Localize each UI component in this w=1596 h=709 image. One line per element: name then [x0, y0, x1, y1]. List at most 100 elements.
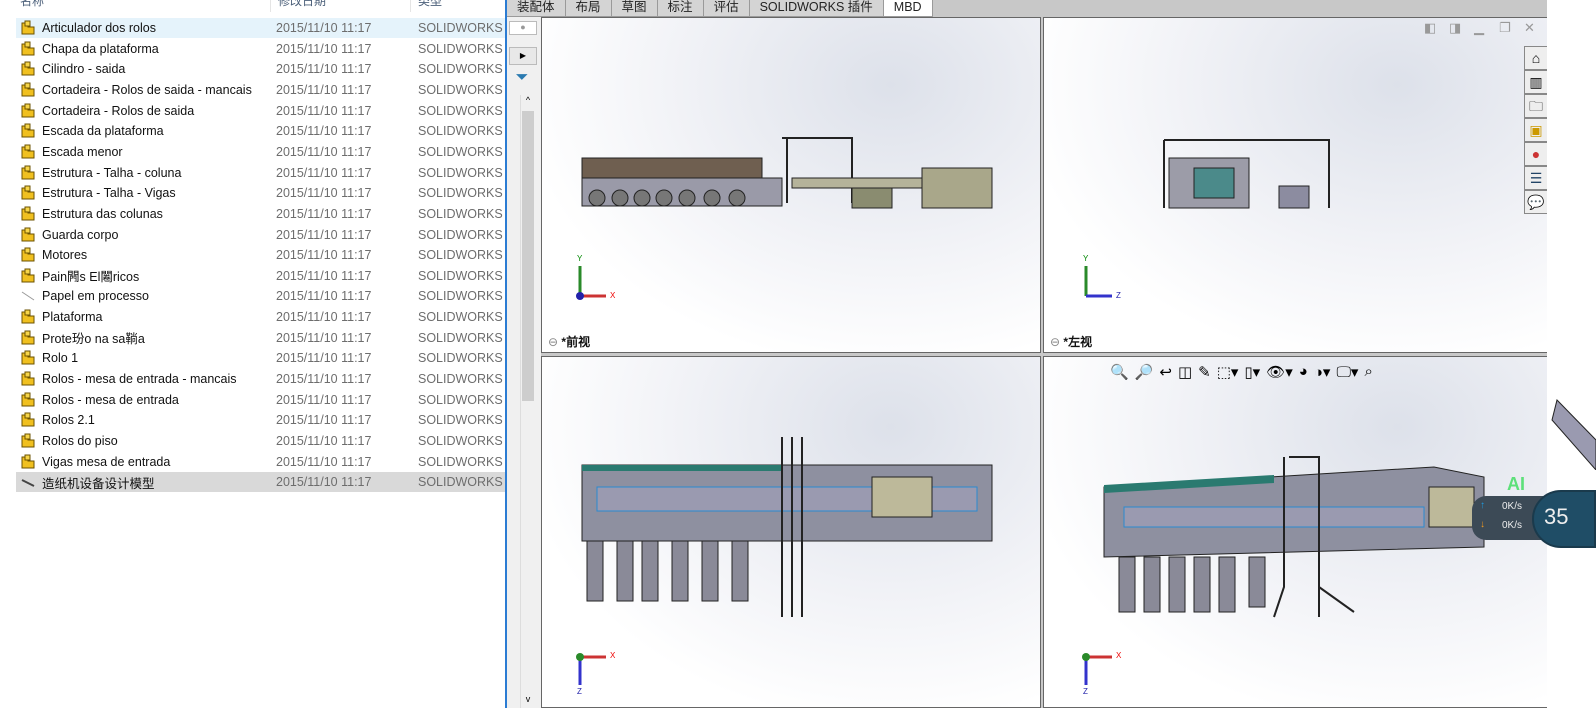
- network-monitor-widget[interactable]: AI ↑ 0K/s ↓ 0K/s 35: [1472, 474, 1596, 548]
- file-row[interactable]: Cortadeira - Rolos de saida - mancais 201…: [16, 80, 506, 100]
- triad-top: X Z: [572, 647, 622, 700]
- file-row[interactable]: Cilindro - saida 2015/11/10 11:17 SOLIDWOR…: [16, 59, 506, 79]
- file-row[interactable]: Chapa da plataforma 2015/11/10 11:17 SOLID…: [16, 39, 506, 59]
- file-row[interactable]: Rolos do piso 2015/11/10 11:17 SOLIDWORKS …: [16, 431, 506, 451]
- vertical-scrollbar[interactable]: ^ v: [520, 95, 535, 708]
- file-type: SOLIDWORKS P: [418, 268, 506, 283]
- tab-2[interactable]: 草图: [611, 0, 658, 17]
- file-row[interactable]: Guarda corpo 2015/11/10 11:17 SOLIDWORKS P: [16, 225, 506, 245]
- file-row[interactable]: Plataforma 2015/11/10 11:17 SOLIDWORKS P: [16, 307, 506, 327]
- file-name: Rolos - mesa de entrada: [42, 392, 179, 407]
- scroll-down-icon[interactable]: v: [521, 694, 535, 704]
- file-name: 造纸机设备设计模型: [42, 476, 155, 491]
- file-type: SOLIDWORKS P: [418, 330, 506, 345]
- file-row[interactable]: Rolo 1 2015/11/10 11:17 SOLIDWORKS P: [16, 348, 506, 368]
- tab-6[interactable]: MBD: [883, 0, 933, 17]
- file-name: Cortadeira - Rolos de saida: [42, 103, 195, 118]
- file-name: Motores: [42, 248, 88, 263]
- background-model: [1551, 399, 1596, 470]
- column-header-date[interactable]: 修改日期: [278, 0, 326, 8]
- file-date: 2015/11/10 11:17: [276, 351, 372, 366]
- file-row[interactable]: Rolos - mesa de entrada - mancais 2015/11…: [16, 369, 506, 389]
- tile-left-button[interactable]: ◧: [1424, 20, 1436, 36]
- close-button[interactable]: ✕: [1524, 20, 1535, 36]
- axis-z-label: Z: [577, 687, 582, 696]
- file-row[interactable]: Prote玢o na sa鞝a 2015/11/10 11:17 SOLIDWORK…: [16, 328, 506, 348]
- viewport-top[interactable]: X Z: [541, 356, 1041, 708]
- assembly-doc-icon: [20, 474, 38, 490]
- viewport-left[interactable]: Y Z ⊖ *左视 ◧ ◨ ▁ ❐ ✕ ⌂ ▥ 🗀 ▣ ● ☰ 💬: [1043, 17, 1549, 353]
- assembly-icon: [20, 371, 38, 387]
- file-date: 2015/11/10 11:17: [276, 330, 372, 345]
- column-divider[interactable]: [270, 0, 271, 12]
- file-name: Rolos do piso: [42, 434, 118, 448]
- home-icon[interactable]: ⌂: [1524, 46, 1548, 70]
- axis-x-label: X: [610, 651, 616, 660]
- minimize-button[interactable]: ▁: [1474, 20, 1484, 36]
- tile-right-button[interactable]: ◨: [1449, 20, 1461, 36]
- file-date: 2015/11/10 11:17: [276, 310, 372, 325]
- filter-icon[interactable]: ⏷: [511, 69, 533, 93]
- file-row[interactable]: Escada da plataforma 2015/11/10 11:17 SOLI…: [16, 121, 506, 141]
- forum-icon[interactable]: 💬: [1524, 190, 1548, 214]
- scrollbar-thumb[interactable]: [522, 111, 534, 401]
- file-date: 2015/11/10 11:17: [276, 41, 372, 56]
- file-explorer: 名称 修改日期 类型 Articulador dos rolos 2015/11/…: [0, 0, 506, 708]
- file-row[interactable]: Rolos - mesa de entrada 2015/11/10 11:17 S…: [16, 390, 506, 410]
- file-row[interactable]: Vigas mesa de entrada 2015/11/10 11:17 SOL…: [16, 452, 506, 472]
- design-library-icon[interactable]: ▥: [1524, 70, 1548, 94]
- column-divider[interactable]: [410, 0, 411, 12]
- file-row[interactable]: Articulador dos rolos 2015/11/10 11:17 SOL…: [16, 18, 506, 38]
- download-arrow-icon: ↓: [1480, 519, 1485, 530]
- link-icon: ⊖: [1050, 335, 1061, 349]
- axis-y-label: Y: [577, 254, 583, 263]
- file-name: Rolos - mesa de entrada - mancais: [42, 372, 237, 387]
- file-row[interactable]: Rolos 2.1 2015/11/10 11:17 SOLIDWORKS P: [16, 410, 506, 430]
- file-row[interactable]: Escada menor 2015/11/10 11:17 SOLIDWORKS P: [16, 142, 506, 162]
- file-name: Estrutura - Talha - coluna: [42, 165, 182, 180]
- assembly-icon: [20, 350, 38, 366]
- restore-button[interactable]: ❐: [1499, 20, 1511, 36]
- file-name: Escada menor: [42, 144, 123, 159]
- file-row[interactable]: Estrutura - Talha - Vigas 2015/11/10 11:1…: [16, 183, 506, 203]
- view-name: *前视: [561, 335, 591, 349]
- assembly-icon: [20, 330, 38, 346]
- file-row[interactable]: Cortadeira - Rolos de saida 2015/11/10 11…: [16, 101, 506, 121]
- axis-x-label: X: [1116, 651, 1122, 660]
- assembly-icon: [20, 82, 38, 98]
- file-name: Rolos 2.1: [42, 413, 95, 428]
- column-header-name[interactable]: 名称: [20, 0, 44, 8]
- assembly-icon: [20, 433, 38, 449]
- column-header-type[interactable]: 类型: [418, 0, 442, 8]
- file-type: SOLIDWORKS P: [418, 144, 506, 159]
- tab-1[interactable]: 布局: [565, 0, 612, 17]
- assembly-icon: [20, 206, 38, 222]
- viewport-front[interactable]: Y X ⊖ *前视: [541, 17, 1041, 353]
- file-row[interactable]: Papel em processo 2015/11/10 11:17 SOLIDWO…: [16, 286, 506, 306]
- tab-5[interactable]: SOLIDWORKS 插件: [749, 0, 884, 17]
- feature-manager-strip: ● ▶ ⏷ ^ v: [507, 17, 541, 708]
- file-row[interactable]: 造纸机设备设计模型 2015/11/10 11:17 SOLIDWORKS A: [16, 472, 506, 493]
- file-type: SOLIDWORKS P: [418, 289, 506, 304]
- custom-properties-icon[interactable]: ☰: [1524, 166, 1548, 190]
- view-palette-icon[interactable]: ▣: [1524, 118, 1548, 142]
- panel-toggle-button[interactable]: ●: [509, 21, 537, 35]
- file-name: Chapa da plataforma: [42, 41, 159, 56]
- triad-left: Y Z: [1078, 254, 1128, 309]
- file-explorer-icon[interactable]: 🗀: [1524, 94, 1548, 118]
- scroll-up-icon[interactable]: ^: [521, 95, 535, 105]
- tab-0[interactable]: 装配体: [507, 0, 566, 17]
- tab-4[interactable]: 评估: [703, 0, 750, 17]
- assembly-icon: [20, 454, 38, 470]
- tab-3[interactable]: 标注: [657, 0, 704, 17]
- expand-arrow-button[interactable]: ▶: [509, 47, 537, 65]
- assembly-icon: [20, 247, 38, 263]
- file-row[interactable]: Estrutura das colunas 2015/11/10 11:17 SOL…: [16, 204, 506, 224]
- upload-arrow-icon: ↑: [1480, 500, 1485, 511]
- file-row[interactable]: Motores 2015/11/10 11:17 SOLIDWORKS P: [16, 245, 506, 265]
- file-row[interactable]: Pain闁s El闂ricos 2015/11/10 11:17 SOLIDWORK…: [16, 266, 506, 286]
- appearances-icon[interactable]: ●: [1524, 142, 1548, 166]
- assembly-icon: [20, 20, 38, 36]
- axis-x-label: X: [610, 291, 616, 300]
- file-row[interactable]: Estrutura - Talha - coluna 2015/11/10 11:…: [16, 163, 506, 183]
